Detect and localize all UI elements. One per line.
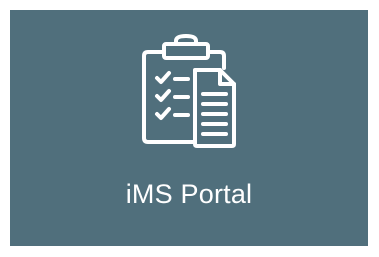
ims-portal-tile[interactable]: iMS Portal: [10, 10, 368, 246]
clipboard-checklist-document-icon: [140, 32, 238, 148]
tile-label: iMS Portal: [125, 179, 253, 209]
